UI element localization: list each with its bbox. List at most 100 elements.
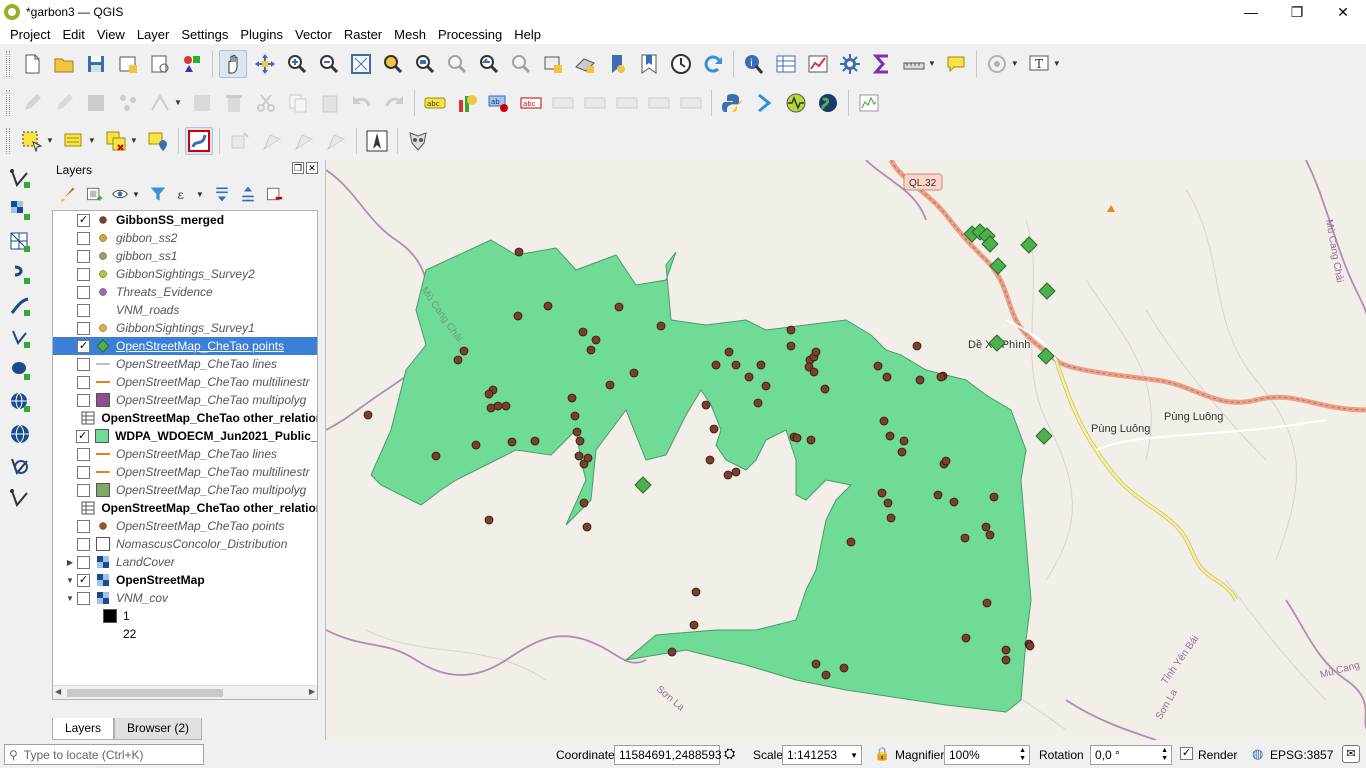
layer-visibility-checkbox[interactable] <box>77 519 90 533</box>
layer-visibility-checkbox[interactable] <box>77 321 90 335</box>
gibbon-sighting-point[interactable] <box>507 437 517 447</box>
menu-processing[interactable]: Processing <box>432 27 508 42</box>
deselect-icon[interactable] <box>102 127 130 155</box>
zoom-to-layer-icon[interactable] <box>411 50 439 78</box>
scroll-right-icon[interactable]: ▶ <box>309 687 315 696</box>
gibbon-sighting-point[interactable] <box>471 440 481 450</box>
close-panel-button[interactable]: ✕ <box>306 162 318 174</box>
gibbon-sighting-point[interactable] <box>806 435 816 445</box>
gibbon-sighting-point[interactable] <box>513 311 523 321</box>
decorations-dropdown-icon[interactable]: ▼ <box>1011 59 1019 68</box>
layer-visibility-checkbox[interactable] <box>77 285 90 299</box>
gibbon-sighting-point[interactable] <box>724 347 734 357</box>
gibbon-sighting-point[interactable] <box>723 470 733 480</box>
gibbon-sighting-point[interactable] <box>582 522 592 532</box>
gibbon-sighting-point[interactable] <box>605 380 615 390</box>
gibbon-sighting-point[interactable] <box>514 247 524 257</box>
scroll-left-icon[interactable]: ◀ <box>55 687 61 696</box>
layer-tree-row[interactable]: ✓ OpenStreetMap_CheTao points <box>53 337 317 355</box>
georeferencer-icon[interactable] <box>782 89 810 117</box>
zoom-last-icon[interactable] <box>475 50 503 78</box>
gibbon-sighting-point[interactable] <box>885 431 895 441</box>
decorations-icon[interactable] <box>983 50 1011 78</box>
statistics-icon[interactable] <box>804 50 832 78</box>
gibbon-sighting-point[interactable] <box>543 301 553 311</box>
gibbon-sighting-point[interactable] <box>753 398 763 408</box>
menu-edit[interactable]: Edit <box>56 27 90 42</box>
manage-themes-icon[interactable] <box>108 182 132 206</box>
menu-layer[interactable]: Layer <box>131 27 176 42</box>
layer-tree-row[interactable]: NomascusConcolor_Distribution <box>53 535 317 553</box>
layer-tree-row[interactable]: ▼ VNM_cov <box>53 589 317 607</box>
layer-tree-hscrollbar[interactable]: ◀ ▶ <box>53 685 317 699</box>
gibbon-sighting-point[interactable] <box>578 327 588 337</box>
sum-icon[interactable] <box>868 50 896 78</box>
layer-tree-row[interactable]: ✓ WDPA_WDOECM_Jun2021_Public_55 <box>53 427 317 445</box>
gibbon-sighting-point[interactable] <box>453 355 463 365</box>
add-gpx-icon[interactable] <box>6 292 34 320</box>
gibbon-sighting-point[interactable] <box>363 410 373 420</box>
menu-plugins[interactable]: Plugins <box>234 27 289 42</box>
gibbon-sighting-point[interactable] <box>689 620 699 630</box>
toolbar-grip[interactable] <box>6 50 10 77</box>
annotation-dropdown-icon[interactable]: ▼ <box>1053 59 1061 68</box>
menu-settings[interactable]: Settings <box>175 27 234 42</box>
layer-visibility-checkbox[interactable]: ✓ <box>77 573 90 587</box>
gibbon-sighting-point[interactable] <box>846 537 856 547</box>
pin-labels-icon[interactable]: ab <box>485 89 513 117</box>
modify-attributes-icon[interactable] <box>188 89 216 117</box>
gibbon-sighting-point[interactable] <box>731 467 741 477</box>
layer-tree-row[interactable]: 22 <box>53 625 317 643</box>
expand-toggle-icon[interactable]: ▼ <box>63 594 77 603</box>
collapse-all-icon[interactable] <box>236 182 260 206</box>
toolbar-grip[interactable] <box>6 89 10 116</box>
gibbon-sighting-point[interactable] <box>431 451 441 461</box>
delete-selected-icon[interactable] <box>220 89 248 117</box>
magnifier-spinbox[interactable]: 100% ▲ ▼ <box>944 745 1030 765</box>
layer-tree-row[interactable]: OpenStreetMap_CheTao other_relations <box>53 499 317 517</box>
label-properties-icon[interactable] <box>677 89 705 117</box>
paste-features-icon[interactable] <box>316 89 344 117</box>
tab-browser[interactable]: Browser (2) <box>114 718 203 740</box>
map-tips-icon[interactable] <box>942 50 970 78</box>
expand-toggle-icon[interactable]: ▼ <box>63 576 77 585</box>
gibbon-sighting-point[interactable] <box>484 389 494 399</box>
gibbon-sighting-point[interactable] <box>949 497 959 507</box>
select-by-location-icon[interactable] <box>144 127 172 155</box>
scale-feature-icon[interactable] <box>322 127 350 155</box>
gibbon-sighting-point[interactable] <box>883 498 893 508</box>
add-postgis-icon[interactable] <box>6 324 34 352</box>
new-bookmark-icon[interactable] <box>603 50 631 78</box>
protected-area-polygon[interactable] <box>370 239 1032 713</box>
deselect-dropdown-icon[interactable]: ▼ <box>130 136 138 145</box>
change-label-icon[interactable] <box>645 89 673 117</box>
gibbon-sighting-point[interactable] <box>567 393 577 403</box>
gibbon-sighting-point[interactable] <box>811 659 821 669</box>
gibbon-sighting-point[interactable] <box>960 533 970 543</box>
gibbon-sighting-point[interactable] <box>761 381 771 391</box>
toggle-extents-icon[interactable]: ⛭ <box>724 745 735 762</box>
add-vector-layer-icon[interactable] <box>6 164 34 192</box>
add-feature-icon[interactable] <box>114 89 142 117</box>
gibbon-sighting-point[interactable] <box>705 455 715 465</box>
gibbon-sighting-point[interactable] <box>484 515 494 525</box>
globe-plugin-icon[interactable] <box>814 89 842 117</box>
add-elephant-db-icon[interactable] <box>6 356 34 384</box>
filter-legend-icon[interactable] <box>146 182 170 206</box>
gibbon-sighting-point[interactable] <box>579 498 589 508</box>
gibbon-sighting-point[interactable] <box>691 587 701 597</box>
gibbon-sighting-point[interactable] <box>786 341 796 351</box>
layer-visibility-checkbox[interactable] <box>77 249 90 263</box>
gibbon-sighting-point[interactable] <box>756 360 766 370</box>
gibbon-sighting-point[interactable] <box>915 375 925 385</box>
zoom-full-icon[interactable] <box>347 50 375 78</box>
highlight-labels-icon[interactable]: abc <box>517 89 545 117</box>
toolbar-grip[interactable] <box>6 127 10 154</box>
menu-vector[interactable]: Vector <box>289 27 338 42</box>
rotation-spinbox[interactable]: 0,0 ° ▲ ▼ <box>1090 745 1172 765</box>
select-by-value-icon[interactable] <box>60 127 88 155</box>
layer-visibility-checkbox[interactable] <box>77 537 90 551</box>
new-3d-view-icon[interactable] <box>571 50 599 78</box>
locator-input[interactable]: ⚲ Type to locate (Ctrl+K) <box>4 744 204 765</box>
layer-visibility-checkbox[interactable] <box>77 483 90 497</box>
